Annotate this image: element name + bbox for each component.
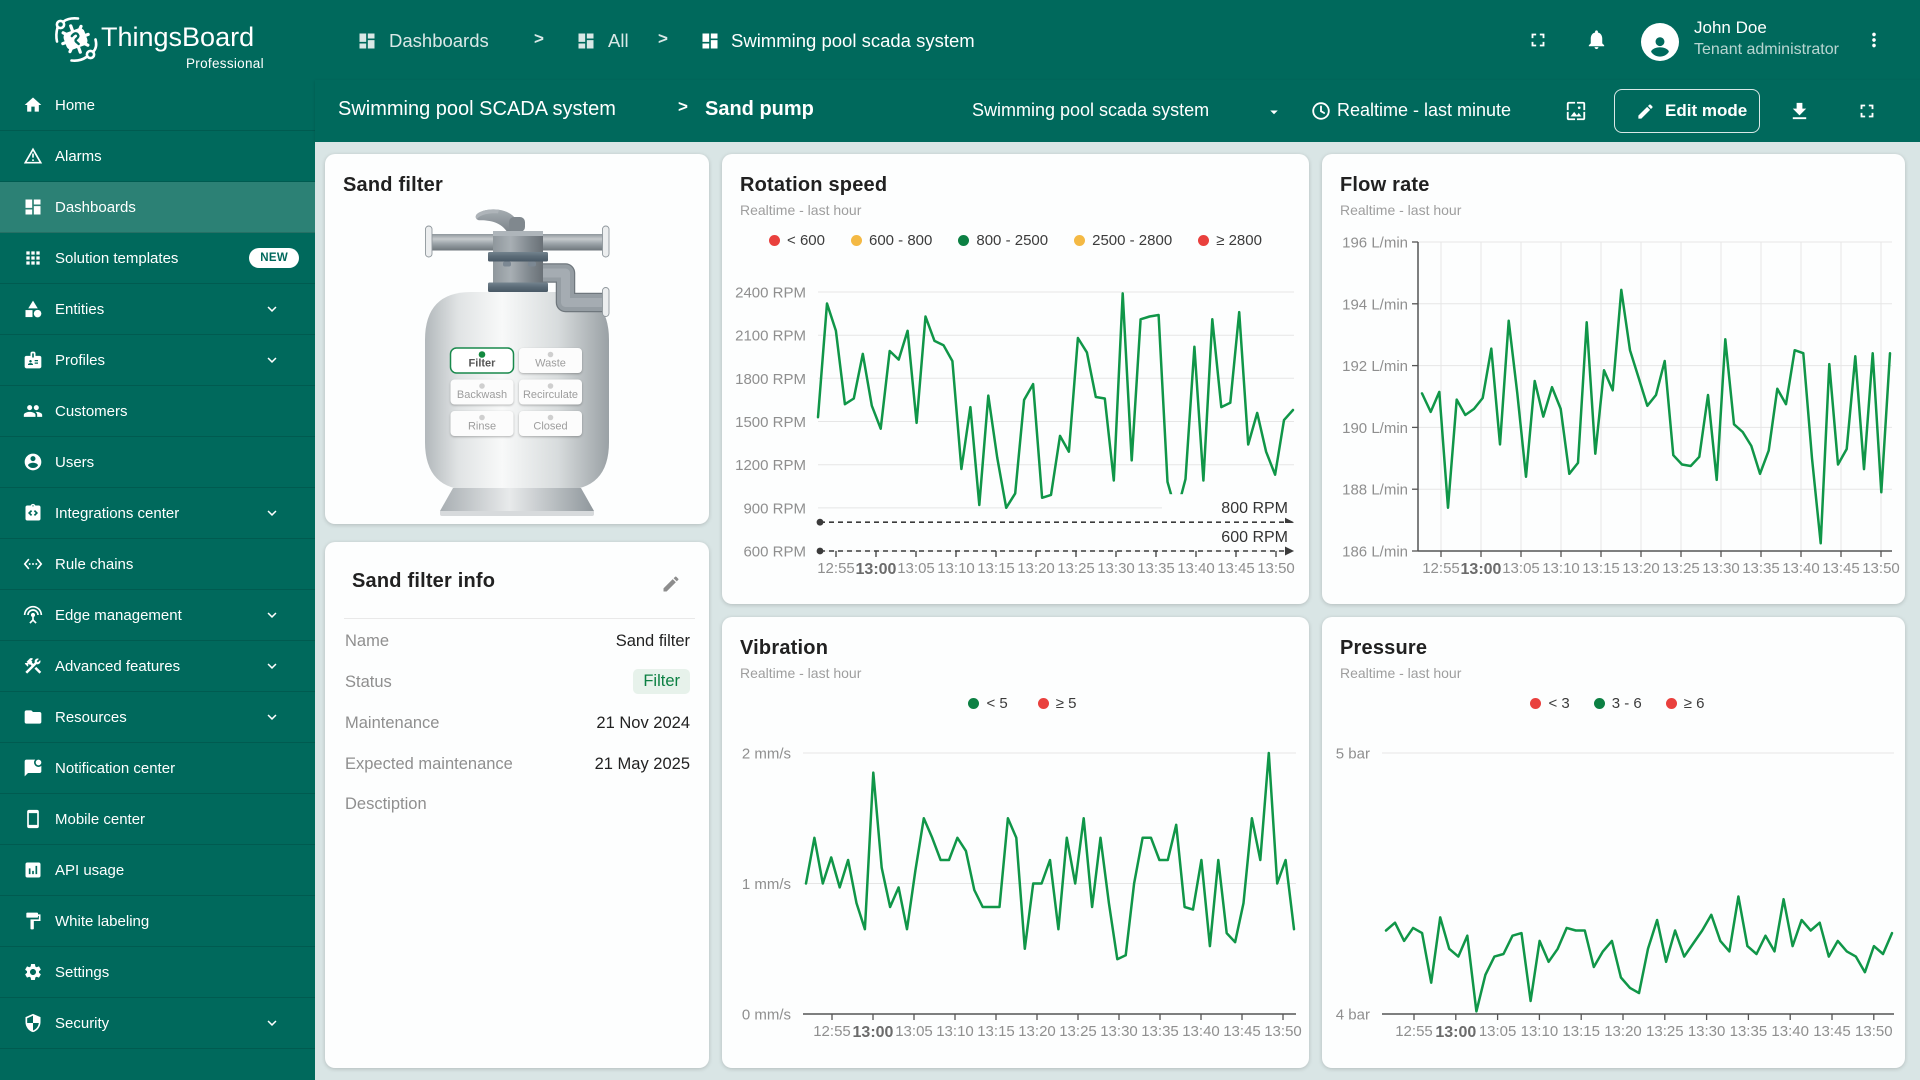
svg-text:13:45: 13:45 xyxy=(1813,1023,1851,1040)
svg-text:13:20: 13:20 xyxy=(1604,1023,1642,1040)
svg-text:190 L/min: 190 L/min xyxy=(1342,420,1408,437)
svg-text:13:20: 13:20 xyxy=(1017,560,1055,577)
svg-text:13:40: 13:40 xyxy=(1182,1023,1220,1040)
svg-text:13:35: 13:35 xyxy=(1137,560,1175,577)
svg-text:13:10: 13:10 xyxy=(937,560,975,577)
svg-text:1800 RPM: 1800 RPM xyxy=(735,371,806,388)
svg-text:13:35: 13:35 xyxy=(1141,1023,1179,1040)
svg-text:13:05: 13:05 xyxy=(1502,560,1540,577)
svg-text:Waste: Waste xyxy=(535,358,566,370)
svg-text:13:45: 13:45 xyxy=(1223,1023,1261,1040)
svg-text:5 bar: 5 bar xyxy=(1336,746,1370,763)
svg-text:13:05: 13:05 xyxy=(895,1023,933,1040)
svg-text:1200 RPM: 1200 RPM xyxy=(735,457,806,474)
svg-text:13:15: 13:15 xyxy=(977,560,1015,577)
svg-text:13:50: 13:50 xyxy=(1855,1023,1893,1040)
svg-text:13:10: 13:10 xyxy=(936,1023,974,1040)
svg-text:13:40: 13:40 xyxy=(1771,1023,1809,1040)
svg-text:13:20: 13:20 xyxy=(1018,1023,1056,1040)
svg-text:13:45: 13:45 xyxy=(1822,560,1860,577)
svg-text:13:50: 13:50 xyxy=(1862,560,1900,577)
svg-text:2 mm/s: 2 mm/s xyxy=(742,746,791,763)
svg-text:12:55: 12:55 xyxy=(813,1023,851,1040)
svg-text:13:00: 13:00 xyxy=(856,561,897,578)
svg-text:13:05: 13:05 xyxy=(1479,1023,1517,1040)
svg-text:13:00: 13:00 xyxy=(1435,1024,1476,1041)
svg-text:13:40: 13:40 xyxy=(1177,560,1215,577)
svg-text:186 L/min: 186 L/min xyxy=(1342,544,1408,561)
svg-text:13:20: 13:20 xyxy=(1622,560,1660,577)
svg-text:Rinse: Rinse xyxy=(468,421,496,433)
svg-text:13:50: 13:50 xyxy=(1264,1023,1302,1040)
svg-text:13:15: 13:15 xyxy=(1562,1023,1600,1040)
svg-text:13:15: 13:15 xyxy=(1582,560,1620,577)
svg-text:13:00: 13:00 xyxy=(1461,561,1502,578)
svg-text:2400 RPM: 2400 RPM xyxy=(735,285,806,302)
svg-text:800 RPM: 800 RPM xyxy=(1221,500,1288,517)
svg-text:13:25: 13:25 xyxy=(1057,560,1095,577)
svg-text:13:25: 13:25 xyxy=(1662,560,1700,577)
svg-text:600 RPM: 600 RPM xyxy=(743,544,806,561)
svg-text:Backwash: Backwash xyxy=(457,389,507,401)
svg-text:13:05: 13:05 xyxy=(897,560,935,577)
svg-text:12:55: 12:55 xyxy=(817,560,855,577)
svg-text:13:35: 13:35 xyxy=(1730,1023,1768,1040)
svg-text:12:55: 12:55 xyxy=(1395,1023,1433,1040)
svg-text:196 L/min: 196 L/min xyxy=(1342,235,1408,252)
svg-text:1500 RPM: 1500 RPM xyxy=(735,414,806,431)
svg-text:13:45: 13:45 xyxy=(1217,560,1255,577)
svg-text:900 RPM: 900 RPM xyxy=(743,500,806,517)
svg-text:194 L/min: 194 L/min xyxy=(1342,296,1408,313)
svg-text:13:50: 13:50 xyxy=(1257,560,1295,577)
svg-text:188 L/min: 188 L/min xyxy=(1342,482,1408,499)
svg-text:4 bar: 4 bar xyxy=(1336,1007,1370,1024)
svg-text:13:25: 13:25 xyxy=(1646,1023,1684,1040)
svg-text:600 RPM: 600 RPM xyxy=(1221,529,1288,546)
svg-text:13:25: 13:25 xyxy=(1059,1023,1097,1040)
svg-text:Closed: Closed xyxy=(533,421,567,433)
svg-text:13:30: 13:30 xyxy=(1688,1023,1726,1040)
svg-text:12:55: 12:55 xyxy=(1422,560,1460,577)
svg-text:13:00: 13:00 xyxy=(853,1024,894,1041)
svg-text:13:30: 13:30 xyxy=(1097,560,1135,577)
svg-text:13:30: 13:30 xyxy=(1100,1023,1138,1040)
svg-text:0 mm/s: 0 mm/s xyxy=(742,1007,791,1024)
svg-text:13:15: 13:15 xyxy=(977,1023,1015,1040)
svg-text:192 L/min: 192 L/min xyxy=(1342,358,1408,375)
svg-text:13:10: 13:10 xyxy=(1542,560,1580,577)
svg-text:1 mm/s: 1 mm/s xyxy=(742,876,791,893)
svg-text:Recirculate: Recirculate xyxy=(523,389,578,401)
svg-text:13:35: 13:35 xyxy=(1742,560,1780,577)
svg-text:13:40: 13:40 xyxy=(1782,560,1820,577)
svg-text:13:10: 13:10 xyxy=(1521,1023,1559,1040)
svg-text:2100 RPM: 2100 RPM xyxy=(735,328,806,345)
svg-text:Filter: Filter xyxy=(469,358,497,370)
svg-text:13:30: 13:30 xyxy=(1702,560,1740,577)
